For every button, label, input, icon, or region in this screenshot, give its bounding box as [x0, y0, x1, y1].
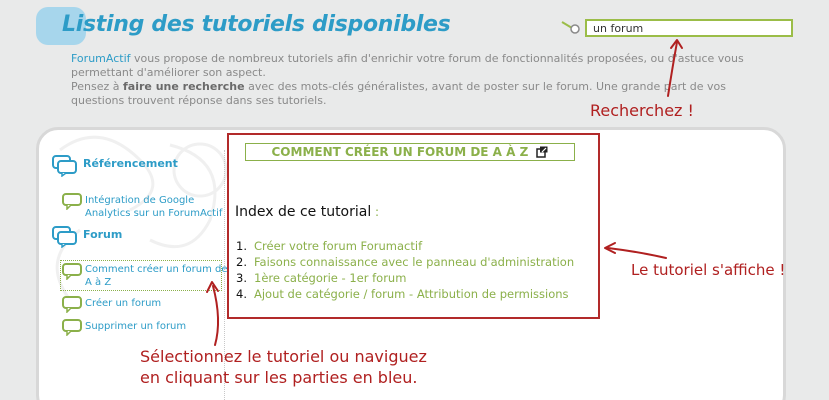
- page-title: Listing des tutoriels disponibles: [62, 12, 451, 37]
- speech-bubbles-icon: [52, 226, 77, 248]
- brand-link[interactable]: ForumActif: [71, 52, 131, 65]
- speech-bubble-icon: [62, 296, 82, 313]
- intro-line1: vous propose de nombreux tutoriels afin …: [71, 52, 744, 79]
- index-title: Index de ce tutorial :: [235, 204, 380, 220]
- sidebar-item-google-analytics[interactable]: Intégration de Google Analytics sur un F…: [85, 194, 222, 220]
- tutorial-toc: 1. Créer votre forum Forumactif 2. Faisons…: [236, 238, 574, 302]
- speech-bubble-icon: [62, 319, 82, 336]
- toc-item[interactable]: 2. Faisons connaissance avec le panneau d…: [236, 254, 574, 270]
- sidebar-item-creer-forum-a-z[interactable]: Comment créer un forum de A à Z: [85, 263, 228, 289]
- speech-bubble-icon: [62, 193, 82, 210]
- toc-item[interactable]: 4. Ajout de catégorie / forum - Attributi…: [236, 286, 574, 302]
- intro-line2-bold: faire une recherche: [123, 80, 245, 93]
- speech-bubbles-icon: [52, 155, 77, 177]
- intro-line2-start: Pensez à: [71, 80, 123, 93]
- annotation-select: Sélectionnez le tutoriel ou naviguez en …: [140, 347, 427, 387]
- tutorial-title[interactable]: COMMENT CRÉER UN FORUM DE A À Z: [245, 143, 575, 161]
- intro-text: ForumActif vous propose de nombreux tuto…: [71, 52, 751, 108]
- sidebar-category-forum[interactable]: Forum: [83, 228, 122, 241]
- sidebar-category-referencement[interactable]: Référencement: [83, 157, 178, 170]
- annotation-search: Recherchez !: [590, 101, 694, 120]
- search-magnifier-icon: [561, 21, 580, 34]
- sidebar-item-supprimer-un-forum[interactable]: Supprimer un forum: [85, 320, 186, 333]
- external-link-icon[interactable]: [536, 146, 548, 158]
- toc-item[interactable]: 3. 1ère catégorie - 1er forum: [236, 270, 574, 286]
- speech-bubble-icon: [62, 263, 82, 280]
- annotation-display: Le tutoriel s'affiche !: [631, 261, 786, 279]
- toc-item[interactable]: 1. Créer votre forum Forumactif: [236, 238, 574, 254]
- search-input[interactable]: [585, 19, 793, 37]
- sidebar-item-creer-un-forum[interactable]: Créer un forum: [85, 297, 161, 310]
